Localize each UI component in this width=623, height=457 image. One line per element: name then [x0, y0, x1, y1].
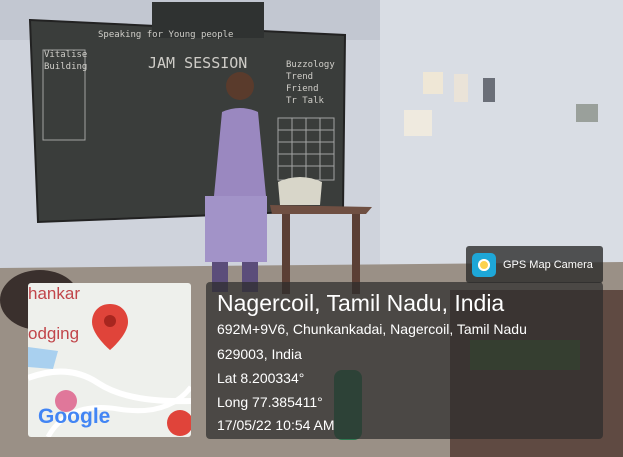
- google-logo: Google: [38, 405, 110, 429]
- longitude: Long 77.385411°: [217, 394, 323, 410]
- address-line-1: 692M+9V6, Chunkankadai, Nagercoil, Tamil…: [217, 321, 527, 337]
- location-pin-icon: [92, 304, 128, 350]
- board-word-1: Vitalise: [44, 50, 88, 60]
- address-line-2: 629003, India: [217, 346, 302, 362]
- board-word-2: Building: [44, 62, 88, 72]
- map-place-label-2: odging: [28, 324, 80, 343]
- latitude: Lat 8.200334°: [217, 370, 305, 386]
- badge-label: GPS Map Camera: [503, 258, 593, 271]
- board-word-6: Tr Talk: [286, 96, 324, 106]
- location-title: Nagercoil, Tamil Nadu, India: [217, 290, 505, 316]
- board-word-4: Trend: [286, 72, 314, 82]
- google-logo-text: Google: [38, 405, 111, 428]
- board-word-3: Buzzology: [286, 60, 335, 70]
- camera-app-icon: [472, 252, 496, 277]
- board-title: JAM SESSION: [148, 54, 248, 72]
- map-thumbnail: hankar odging Google: [28, 283, 191, 437]
- board-header: Speaking for Young people: [98, 30, 234, 40]
- map-place-label-1: hankar: [28, 284, 80, 303]
- board-word-5: Friend: [286, 84, 319, 94]
- datetime: 17/05/22 10:54 AM: [217, 417, 335, 433]
- gps-map-camera-badge: GPS Map Camera: [466, 246, 603, 283]
